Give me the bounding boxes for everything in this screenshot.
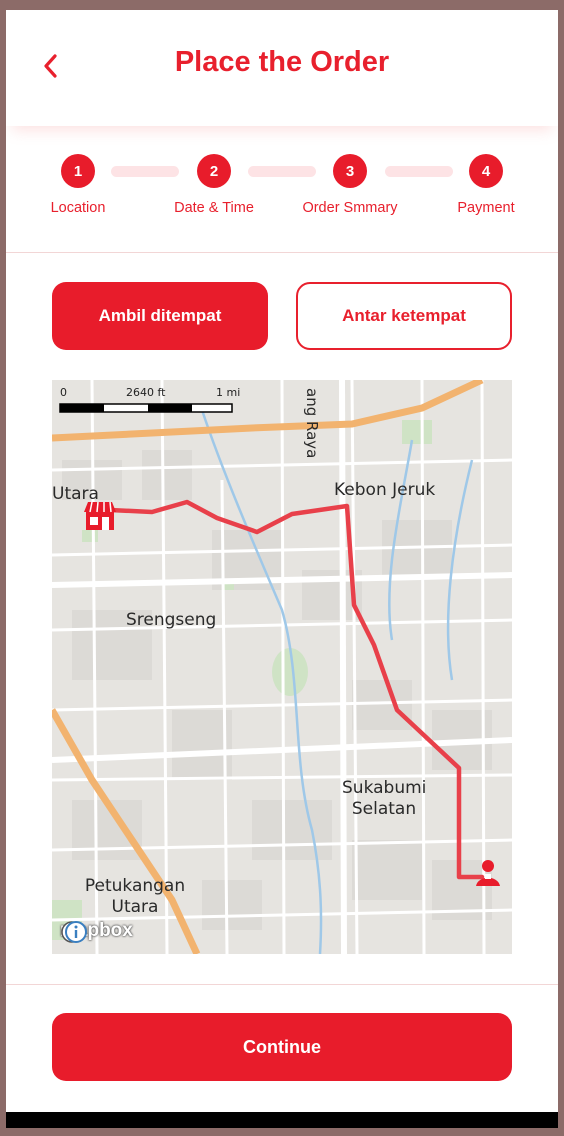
delivery-tab-button[interactable]: Antar ketempat [296,282,512,350]
step-1-circle[interactable]: 1 [61,154,95,188]
system-nav-bar [6,1112,558,1128]
map-label-selatan: Selatan [351,799,417,819]
route-map[interactable]: 0 2640 ft 1 mi ang Raya Utara Kebon Jeru… [52,380,512,954]
map-label-sukabumi: Sukabumi [342,778,427,798]
step-1-label: Location [50,200,106,216]
order-stepper: 1 2 3 4 Location Date & Time Order Smmar… [6,154,558,234]
step-connector [111,166,179,177]
map-label-petukangan: Petukangan [84,876,186,896]
header: Place the Order [6,10,558,126]
divider [6,252,558,253]
step-2-label: Date & Time [174,200,254,216]
pickup-tab-button[interactable]: Ambil ditempat [52,282,268,350]
map-label-utara: Utara [52,484,99,504]
map-label-kebon-jeruk: Kebon Jeruk [334,480,436,500]
map-canvas [52,380,512,954]
map-label-road: ang Raya [303,388,321,459]
info-icon[interactable] [64,920,88,944]
step-3-label: Order Smmary [302,200,398,216]
step-4-label: Payment [457,200,515,216]
scale-end: 1 mi [216,386,241,399]
step-connector [248,166,316,177]
scale-mid: 2640 ft [126,386,166,399]
map-label-srengseng: Srengseng [126,610,217,630]
step-2-circle[interactable]: 2 [197,154,231,188]
scale-zero: 0 [60,386,67,399]
mapbox-attribution[interactable]: mapbox [60,920,133,944]
divider [6,984,558,985]
store-icon[interactable] [84,501,116,530]
step-3-circle[interactable]: 3 [333,154,367,188]
screen: Place the Order 1 2 3 4 Location Date & … [6,10,558,1128]
step-4-circle[interactable]: 4 [469,154,503,188]
map-label-petukangan-utara: Utara [111,897,159,917]
map-scale-bar [59,403,233,413]
continue-button[interactable]: Continue [52,1013,512,1081]
page-title: Place the Order [174,46,390,78]
step-connector [385,166,453,177]
